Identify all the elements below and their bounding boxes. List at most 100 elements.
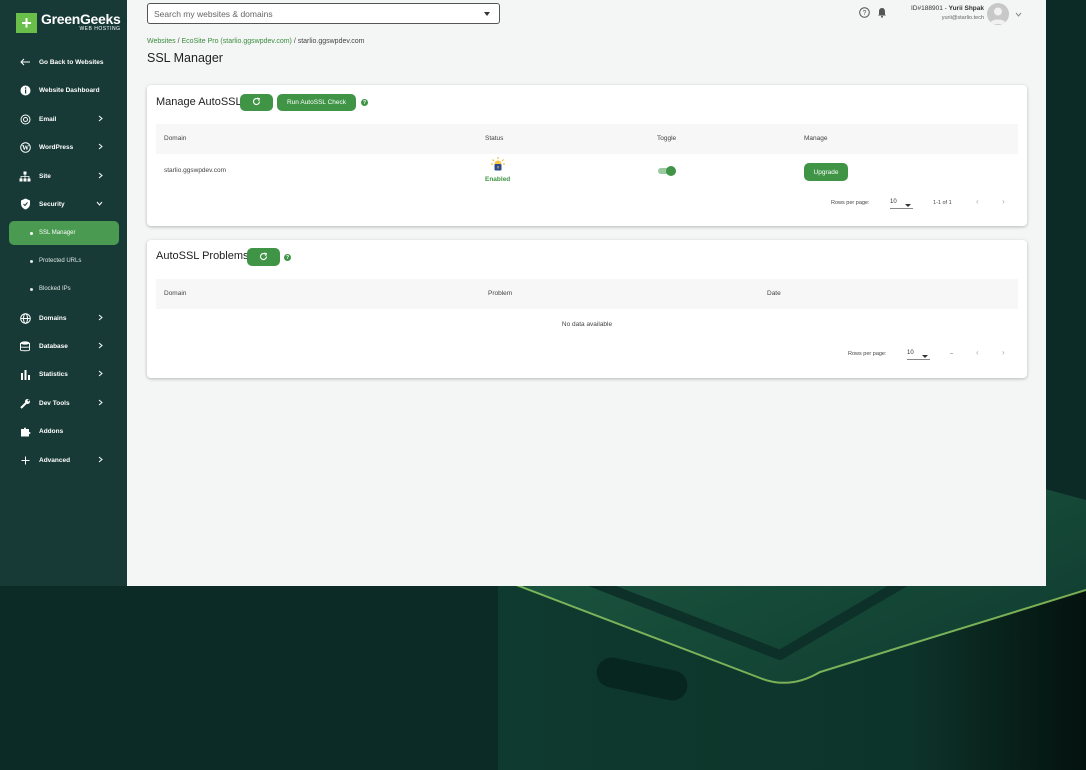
chevron-right-icon [98,342,103,351]
arrow-left-icon [19,56,31,68]
refresh-button[interactable] [247,248,280,266]
autossl-problems-card: AutoSSL Problems ? Domain Problem Date N… [147,240,1027,378]
column-header-date[interactable]: Date [767,290,781,297]
refresh-button[interactable] [240,94,273,111]
globe-icon [19,312,31,324]
rows-per-page-label: Rows per page: [848,351,887,357]
column-header-domain[interactable]: Domain [164,135,186,142]
sidebar-subitem-label: Protected URLs [39,258,82,264]
chevron-right-icon [98,370,103,379]
sidebar-item-database[interactable]: Database [0,334,127,358]
rows-per-page-select[interactable]: 10 [907,350,930,360]
column-header-domain[interactable]: Domain [164,290,186,297]
chevron-down-icon [922,355,928,358]
sidebar-subitem-label: SSL Manager [39,230,76,236]
svg-text:?: ? [862,10,866,17]
sidebar-item-addons[interactable]: Addons [0,419,127,443]
app-window: + GreenGeeks WEB HOSTING Go Back to Webs… [0,0,1046,586]
run-autossl-check-button[interactable]: Run AutoSSL Check [277,94,356,111]
sidebar-item-label: Domains [39,314,67,322]
autossl-toggle[interactable] [657,165,677,177]
pagination-range: 1-1 of 1 [933,200,952,206]
search-placeholder: Search my websites & domains [154,8,273,19]
prev-page-button[interactable]: ‹ [976,348,979,357]
sidebar-item-wordpress[interactable]: W WordPress [0,135,127,159]
chevron-right-icon [98,399,103,408]
chevron-right-icon [98,314,103,323]
rows-per-page-label: Rows per page: [831,200,870,206]
chevron-right-icon [98,172,103,181]
user-account-id: ID#188901 - Yurii Shpak [880,5,984,12]
chevron-right-icon [98,143,103,152]
sidebar-subitem-protected-urls[interactable]: Protected URLs [9,249,119,273]
rows-per-page-value: 10 [907,350,914,356]
search-input[interactable]: Search my websites & domains [147,3,500,24]
account-id: ID#188901 - [911,5,949,12]
domain-cell: starlio.ggswpdev.com [164,167,227,174]
empty-state-message: No data available [561,321,613,328]
dropdown-caret-icon[interactable] [484,12,490,16]
help-icon[interactable]: ? [361,99,368,106]
sidebar-item-label: Email [39,115,57,123]
sidebar-subitem-blocked-ips[interactable]: Blocked IPs [9,277,119,301]
help-icon[interactable]: ? [284,254,291,261]
upgrade-button[interactable]: Upgrade [804,163,848,181]
ssl-lock-icon [491,157,505,176]
greengeeks-logo[interactable]: + GreenGeeks WEB HOSTING [16,12,121,33]
sidebar: + GreenGeeks WEB HOSTING Go Back to Webs… [0,0,127,586]
sidebar-item-security[interactable]: Security [0,192,127,216]
sidebar-item-go-back[interactable]: Go Back to Websites [0,50,127,74]
column-header-problem[interactable]: Problem [488,290,512,297]
refresh-icon [259,251,268,263]
prev-page-button[interactable]: ‹ [976,197,979,206]
help-icon[interactable]: ? [858,6,870,18]
column-header-status[interactable]: Status [485,135,503,142]
sidebar-item-site[interactable]: Site [0,164,127,188]
table-header: Domain Status Toggle Manage [156,124,1018,154]
user-name: Yurii Shpak [948,5,984,12]
bar-chart-icon [19,368,31,380]
wrench-icon [19,397,31,409]
chevron-down-icon[interactable] [1012,8,1024,20]
sidebar-item-label: Database [39,342,68,350]
rows-per-page-value: 10 [890,199,897,205]
svg-text:W: W [22,144,29,152]
breadcrumb-current: starlio.ggswpdev.com [297,38,365,45]
table-header: Domain Problem Date [156,279,1018,309]
breadcrumb-plan[interactable]: EcoSite Pro (starlio.ggswpdev.com) [182,38,292,45]
avatar[interactable] [987,3,1009,25]
sidebar-item-advanced[interactable]: Advanced [0,448,127,472]
sidebar-item-website-dashboard[interactable]: Website Dashboard [0,78,127,102]
chevron-right-icon [98,115,103,124]
rows-per-page-select[interactable]: 10 [890,199,913,209]
sidebar-item-domains[interactable]: Domains [0,306,127,330]
sidebar-item-dev-tools[interactable]: Dev Tools [0,391,127,415]
column-header-toggle[interactable]: Toggle [657,135,676,142]
sidebar-item-label: Website Dashboard [39,86,100,94]
next-page-button[interactable]: › [1002,348,1005,357]
breadcrumb: Websites / EcoSite Pro (starlio.ggswpdev… [147,38,365,45]
chevron-right-icon [98,456,103,465]
shield-icon [19,198,31,210]
card-title: AutoSSL Problems [156,250,249,262]
status-badge: Enabled [485,176,511,183]
column-header-manage[interactable]: Manage [804,135,828,142]
next-page-button[interactable]: › [1002,197,1005,206]
info-icon [19,84,31,96]
bullet-icon [30,287,33,291]
pagination-range: – [950,351,954,357]
sidebar-item-email[interactable]: Email [0,107,127,131]
wordpress-icon: W [19,141,31,153]
database-icon [19,340,31,352]
logo-name: GreenGeeks [41,11,121,27]
bullet-icon [30,231,33,235]
sidebar-item-label: Advanced [39,456,71,464]
sidebar-subitem-ssl-manager[interactable]: SSL Manager [9,221,119,245]
card-title: Manage AutoSSL [156,96,242,108]
sidebar-item-label: Statistics [39,370,68,378]
plus-icon [19,454,31,466]
sidebar-item-statistics[interactable]: Statistics [0,362,127,386]
logo-subtitle: WEB HOSTING [79,26,121,32]
breadcrumb-websites[interactable]: Websites [147,38,176,45]
sitemap-icon [19,170,31,182]
